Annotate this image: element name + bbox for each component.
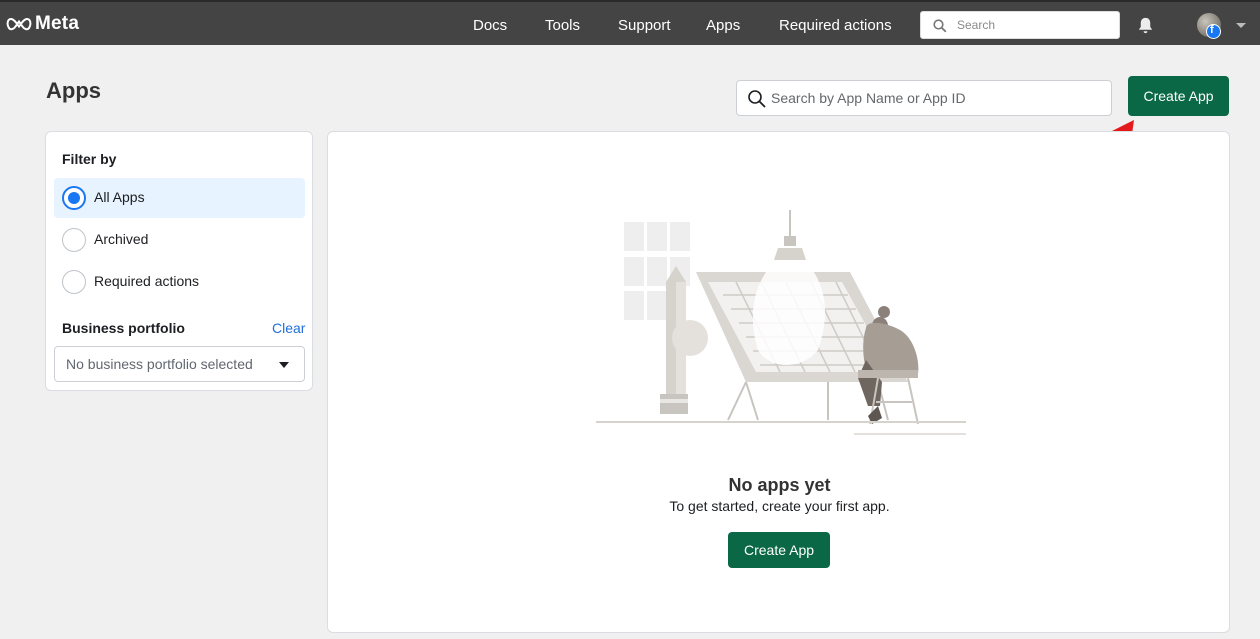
- radio-unselected-icon[interactable]: [62, 228, 86, 252]
- app-search-input[interactable]: [771, 88, 1101, 108]
- account-menu-caret-icon[interactable]: [1236, 23, 1246, 28]
- notifications-bell-icon[interactable]: [1136, 16, 1155, 35]
- top-nav-bar: Meta Docs Tools Support Apps Required ac…: [0, 0, 1260, 45]
- filter-title: Filter by: [62, 151, 117, 167]
- create-app-button[interactable]: Create App: [1128, 76, 1229, 116]
- page-title: Apps: [46, 78, 101, 103]
- meta-logo[interactable]: Meta: [6, 13, 79, 35]
- empty-state-subtitle: To get started, create your first app.: [669, 498, 890, 514]
- filter-option-label: Archived: [94, 231, 149, 247]
- filter-option-archived[interactable]: Archived: [54, 220, 305, 260]
- business-portfolio-select[interactable]: No business portfolio selected: [54, 346, 305, 382]
- apps-list-panel: No apps yet To get started, create your …: [327, 131, 1230, 633]
- meta-infinity-icon: [6, 17, 32, 31]
- top-search-box[interactable]: [920, 11, 1120, 39]
- radio-selected-icon[interactable]: [62, 186, 86, 210]
- facebook-badge-icon: f: [1206, 24, 1221, 39]
- top-search-input[interactable]: [957, 15, 1112, 35]
- create-app-button-empty-state[interactable]: Create App: [728, 532, 830, 568]
- dropdown-caret-icon: [279, 362, 289, 368]
- radio-unselected-icon[interactable]: [62, 270, 86, 294]
- meta-logo-text: Meta: [35, 13, 80, 34]
- filter-panel: Filter by All Apps Archived Required act…: [45, 131, 313, 391]
- filter-option-label: All Apps: [94, 189, 145, 205]
- filter-option-required-actions[interactable]: Required actions: [54, 262, 305, 302]
- search-icon: [748, 90, 766, 108]
- business-portfolio-select-value: No business portfolio selected: [66, 356, 253, 372]
- business-portfolio-title: Business portfolio: [62, 320, 185, 336]
- nav-apps[interactable]: Apps: [706, 17, 740, 34]
- filter-option-all-apps[interactable]: All Apps: [54, 178, 305, 218]
- empty-state-title: No apps yet: [728, 475, 831, 495]
- app-search-box[interactable]: [736, 80, 1112, 116]
- nav-support[interactable]: Support: [618, 17, 671, 34]
- search-icon: [933, 19, 947, 33]
- nav-tools[interactable]: Tools: [545, 17, 580, 34]
- nav-required-actions[interactable]: Required actions: [779, 17, 892, 34]
- nav-docs[interactable]: Docs: [473, 17, 507, 34]
- business-portfolio-clear-link[interactable]: Clear: [272, 320, 305, 336]
- filter-option-label: Required actions: [94, 273, 200, 289]
- empty-state-illustration: [596, 210, 966, 435]
